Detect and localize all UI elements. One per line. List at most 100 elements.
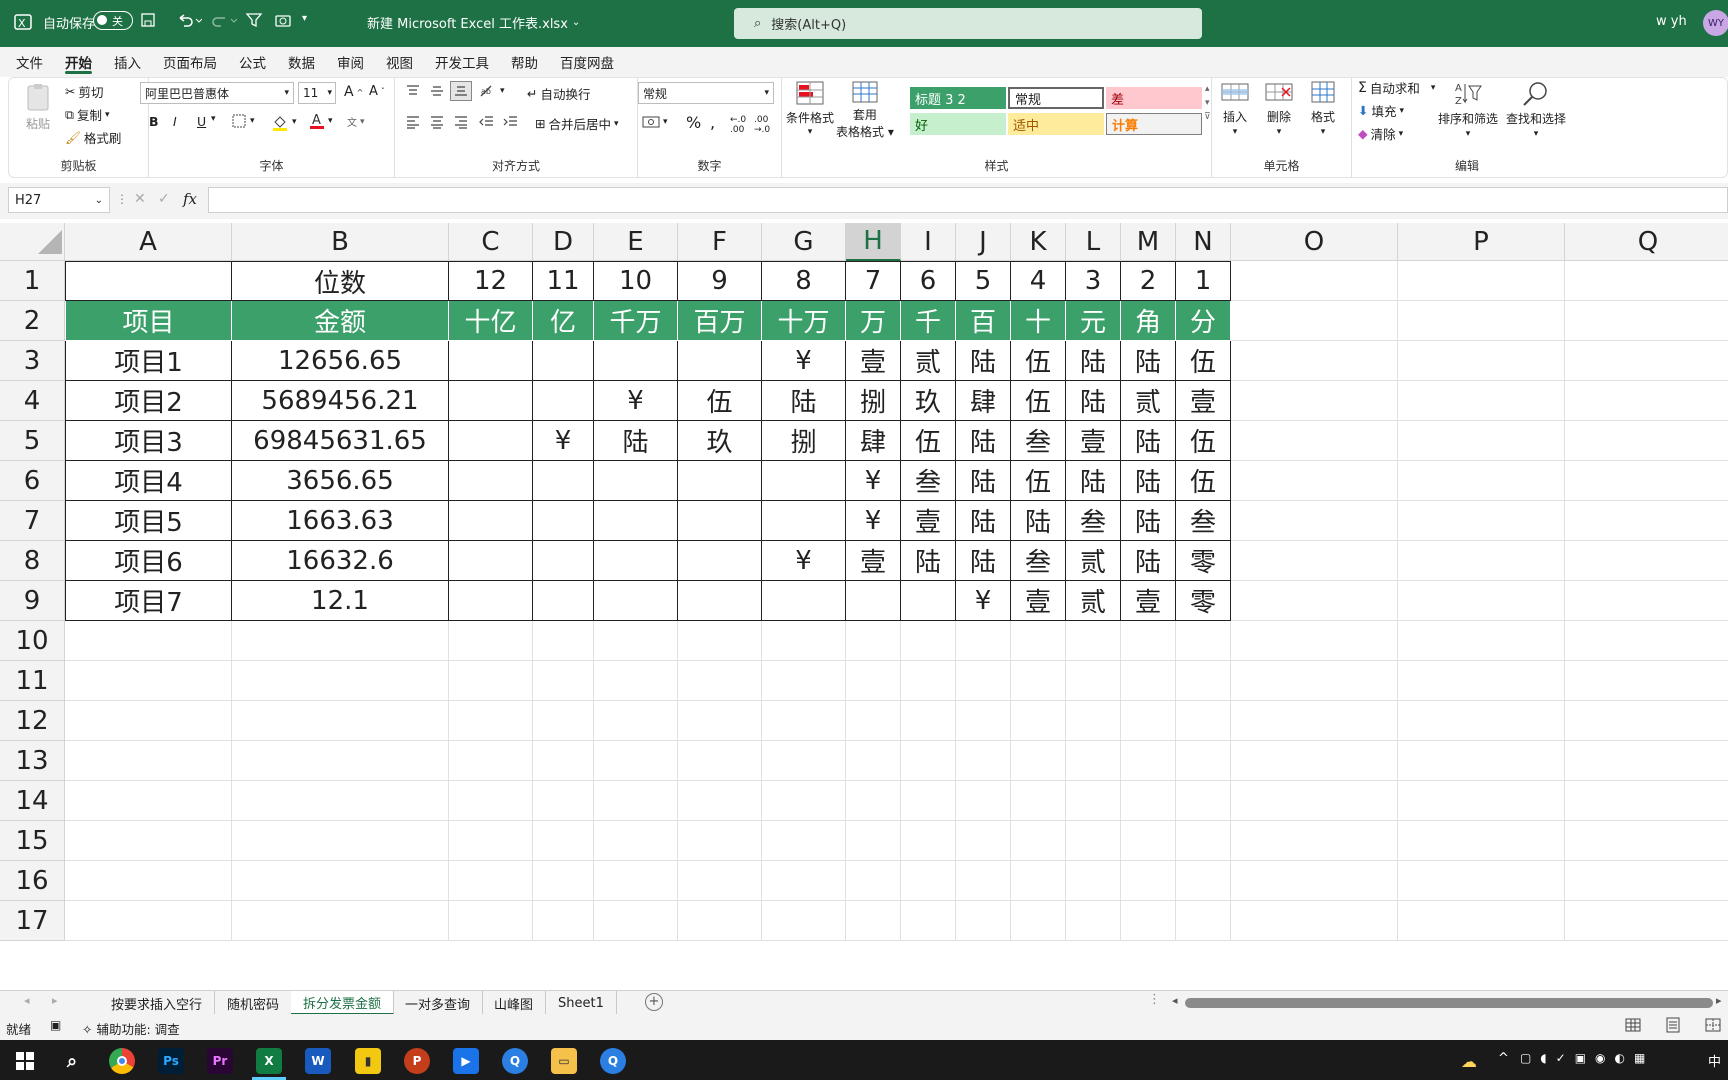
video-app-icon[interactable]: ▶ bbox=[453, 1048, 479, 1074]
underline-button[interactable]: U bbox=[197, 114, 206, 129]
cell[interactable] bbox=[1176, 741, 1231, 781]
next-sheet-icon[interactable]: ▸ bbox=[52, 994, 58, 1007]
percent-icon[interactable]: % bbox=[686, 113, 701, 132]
cell[interactable]: 陆 bbox=[1121, 341, 1176, 381]
orientation-icon[interactable]: ab ▾ bbox=[479, 84, 505, 98]
cell[interactable] bbox=[1066, 901, 1121, 941]
cell[interactable] bbox=[232, 821, 449, 861]
cell[interactable] bbox=[232, 781, 449, 821]
cell[interactable] bbox=[1565, 301, 1728, 341]
cell[interactable] bbox=[1066, 861, 1121, 901]
cell[interactable] bbox=[449, 661, 533, 701]
cell[interactable] bbox=[678, 581, 762, 621]
redo-icon[interactable] bbox=[211, 12, 237, 28]
cell[interactable]: 肆 bbox=[956, 381, 1011, 421]
cell[interactable] bbox=[1066, 741, 1121, 781]
cell[interactable] bbox=[846, 701, 901, 741]
confirm-icon[interactable]: ✓ bbox=[158, 191, 170, 207]
cell[interactable] bbox=[1565, 781, 1728, 821]
cell[interactable] bbox=[1565, 741, 1728, 781]
cell[interactable] bbox=[594, 861, 678, 901]
cell[interactable]: 叁 bbox=[901, 461, 956, 501]
cell[interactable] bbox=[1231, 421, 1398, 461]
cell[interactable] bbox=[762, 741, 846, 781]
cell[interactable]: 陆 bbox=[956, 421, 1011, 461]
cell[interactable]: 玖 bbox=[678, 421, 762, 461]
conditional-format-button[interactable]: 条件格式 ▾ bbox=[786, 80, 834, 137]
tab-help[interactable]: 帮助 bbox=[500, 47, 549, 77]
sheet-tab[interactable]: Sheet1 bbox=[546, 991, 617, 1015]
header-cell[interactable]: 亿 bbox=[533, 301, 594, 341]
photoshop-icon[interactable]: Ps bbox=[158, 1048, 184, 1074]
cell[interactable] bbox=[1398, 381, 1565, 421]
cell[interactable]: 玖 bbox=[901, 381, 956, 421]
borders-icon[interactable]: ▾ bbox=[231, 113, 255, 129]
cell[interactable] bbox=[65, 821, 232, 861]
file-name[interactable]: 新建 Microsoft Excel 工作表.xlsx ⌄ bbox=[367, 13, 580, 32]
select-all-corner[interactable] bbox=[0, 223, 65, 261]
cell[interactable]: 壹 bbox=[1121, 581, 1176, 621]
format-as-table-button[interactable]: 套用 表格格式 ▾ bbox=[836, 80, 894, 140]
cancel-icon[interactable]: ✕ bbox=[134, 191, 146, 207]
cell[interactable] bbox=[1121, 621, 1176, 661]
cell[interactable] bbox=[1121, 861, 1176, 901]
cell[interactable] bbox=[1231, 301, 1398, 341]
cell[interactable] bbox=[533, 381, 594, 421]
cell[interactable] bbox=[678, 461, 762, 501]
cell[interactable] bbox=[1398, 421, 1565, 461]
cell[interactable]: 壹 bbox=[1066, 421, 1121, 461]
cell[interactable]: 肆 bbox=[846, 421, 901, 461]
windows-start-icon[interactable] bbox=[12, 1048, 38, 1074]
cell[interactable] bbox=[678, 901, 762, 941]
cell[interactable] bbox=[1066, 621, 1121, 661]
cell[interactable]: 壹 bbox=[1176, 381, 1231, 421]
insert-cells-button[interactable]: 插入 ▾ bbox=[1220, 80, 1250, 137]
cell[interactable]: 项目5 bbox=[65, 501, 232, 541]
tab-view[interactable]: 视图 bbox=[375, 47, 424, 77]
cell[interactable] bbox=[65, 701, 232, 741]
cell[interactable]: 陆 bbox=[956, 541, 1011, 581]
cell[interactable]: ¥ bbox=[762, 541, 846, 581]
row-header[interactable]: 7 bbox=[0, 501, 65, 541]
cell[interactable]: 位数 bbox=[232, 261, 449, 301]
copy-button[interactable]: ⧉ 复制 ▾ bbox=[65, 105, 109, 124]
row-header[interactable]: 9 bbox=[0, 581, 65, 621]
cell[interactable] bbox=[449, 861, 533, 901]
premiere-icon[interactable]: Pr bbox=[207, 1048, 233, 1074]
cell[interactable] bbox=[533, 501, 594, 541]
underline-dropdown-icon[interactable]: ▾ bbox=[211, 114, 216, 124]
search-box[interactable]: ⌕ 搜索(Alt+Q) bbox=[734, 8, 1202, 39]
function-icon[interactable]: fx bbox=[183, 190, 197, 208]
cell[interactable] bbox=[232, 621, 449, 661]
cell[interactable] bbox=[594, 821, 678, 861]
cell[interactable] bbox=[1121, 701, 1176, 741]
cell[interactable]: 贰 bbox=[901, 341, 956, 381]
align-right-icon[interactable] bbox=[453, 115, 469, 129]
decrease-indent-icon[interactable] bbox=[479, 115, 495, 129]
cell[interactable] bbox=[533, 341, 594, 381]
cell[interactable] bbox=[594, 621, 678, 661]
cell[interactable] bbox=[762, 581, 846, 621]
style-calculation[interactable]: 计算 bbox=[1106, 113, 1202, 135]
cell[interactable] bbox=[901, 661, 956, 701]
cell[interactable]: 叁 bbox=[1011, 421, 1066, 461]
chrome-icon[interactable] bbox=[109, 1048, 135, 1074]
tab-insert[interactable]: 插入 bbox=[103, 47, 152, 77]
cell[interactable] bbox=[533, 541, 594, 581]
cell[interactable] bbox=[1231, 621, 1398, 661]
tab-baidu-netdisk[interactable]: 百度网盘 bbox=[549, 47, 625, 77]
cell[interactable]: 零 bbox=[1176, 581, 1231, 621]
cell[interactable] bbox=[1176, 621, 1231, 661]
cell[interactable] bbox=[762, 861, 846, 901]
cell[interactable]: 陆 bbox=[1066, 461, 1121, 501]
column-header[interactable]: C bbox=[449, 223, 533, 261]
cell[interactable] bbox=[1231, 501, 1398, 541]
cell[interactable] bbox=[594, 341, 678, 381]
cell[interactable] bbox=[1565, 581, 1728, 621]
cell[interactable] bbox=[1231, 741, 1398, 781]
comma-style-icon[interactable]: , bbox=[710, 113, 715, 132]
cell[interactable] bbox=[449, 501, 533, 541]
cell[interactable]: 12 bbox=[449, 261, 533, 301]
qq-browser-icon[interactable]: Q bbox=[502, 1048, 528, 1074]
name-box[interactable]: H27 ⌄ bbox=[8, 187, 110, 213]
